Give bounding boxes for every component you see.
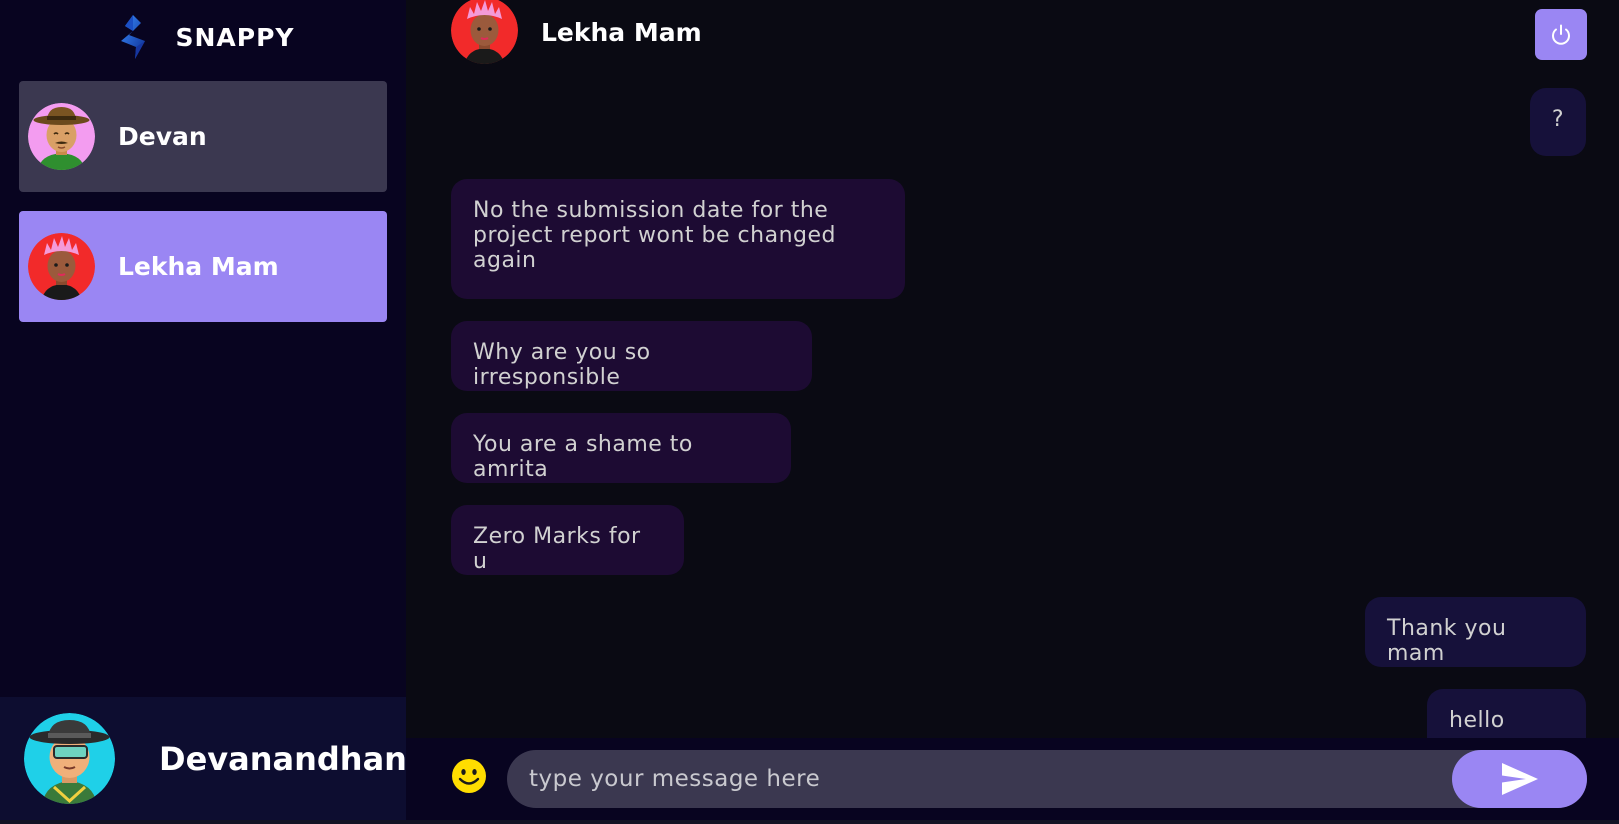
- contacts-sidebar: snappy: [0, 0, 407, 820]
- message-received: No the submission date for the project r…: [451, 179, 905, 299]
- message-received: Zero Marks for u: [451, 505, 684, 575]
- message-field: [507, 750, 1587, 808]
- contact-name: Lekha Mam: [118, 252, 279, 281]
- power-icon: [1552, 24, 1570, 45]
- message-input-bar: [406, 738, 1619, 820]
- current-user-name: Devanandhan: [159, 739, 407, 778]
- chat-container: Lekha Mam ? No the submission date for t…: [406, 0, 1619, 820]
- pink-hair-avatar-icon: [451, 0, 518, 64]
- logout-button[interactable]: [1535, 9, 1587, 60]
- current-user-panel: Devanandhan: [0, 697, 407, 820]
- smiley-icon[interactable]: [451, 758, 487, 794]
- message-sent: Thank you mam: [1365, 597, 1586, 667]
- brand: snappy: [0, 0, 406, 74]
- chat-header: Lekha Mam: [406, 0, 1619, 70]
- snappy-logo-icon: [121, 15, 146, 59]
- chat-contact-name: Lekha Mam: [541, 18, 702, 47]
- chat-app: snappy: [0, 0, 1619, 820]
- brand-name: snappy: [175, 22, 295, 52]
- cowboy-avatar-icon: [28, 103, 95, 170]
- contact-item-devan[interactable]: Devan: [19, 81, 387, 192]
- message-received: You are a shame to amrita: [451, 413, 791, 483]
- contact-list: Devan Lekha Mam: [19, 81, 387, 341]
- send-icon: [1501, 763, 1538, 795]
- message-list: ? No the submission date for the project…: [406, 70, 1619, 738]
- contact-name: Devan: [118, 122, 207, 151]
- hat-avatar-icon: [24, 713, 115, 804]
- contact-item-lekha-mam[interactable]: Lekha Mam: [19, 211, 387, 322]
- message-sent: hello mam: [1427, 689, 1586, 738]
- message-input[interactable]: [529, 750, 1409, 808]
- message-received: Why are you so irresponsible: [451, 321, 812, 391]
- message-sent: ?: [1530, 88, 1586, 156]
- send-button[interactable]: [1452, 750, 1587, 808]
- pink-hair-avatar-icon: [28, 233, 95, 300]
